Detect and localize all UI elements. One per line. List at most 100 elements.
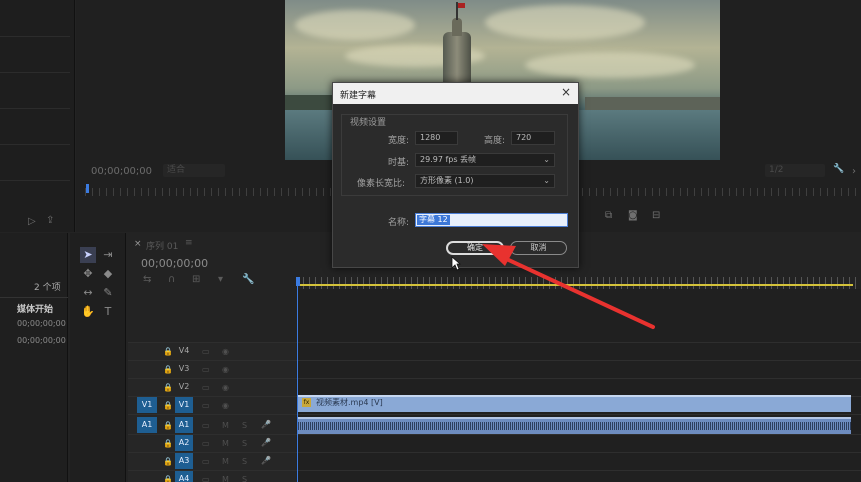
linked-selection-icon[interactable]: ⊞ [192, 274, 200, 285]
lift-icon[interactable]: ⧉ [605, 210, 612, 221]
wrench-icon[interactable]: 🔧 [242, 274, 254, 285]
mute-button[interactable]: M [222, 421, 229, 430]
track-label-v1[interactable]: V1 [175, 397, 193, 413]
solo-button[interactable]: S [242, 457, 247, 466]
height-field[interactable]: 720 [511, 131, 555, 145]
track-divider [128, 360, 861, 361]
timebase-value: 29.97 fps 丢帧 [420, 155, 477, 164]
chevron-down-icon: ⌄ [543, 155, 550, 164]
sync-icon[interactable]: ▭ [202, 475, 210, 482]
film-icon[interactable]: ▭ [202, 347, 210, 356]
width-label: 宽度: [388, 136, 410, 146]
cancel-button[interactable]: 取消 [510, 241, 567, 255]
mute-button[interactable]: M [222, 475, 229, 482]
program-fit-dropdown[interactable]: 1/2 [765, 164, 825, 177]
lock-icon[interactable]: 🔒 [163, 439, 173, 448]
razor-icon[interactable]: ◆ [100, 266, 116, 282]
close-icon[interactable]: × [561, 85, 571, 99]
timeline-ruler[interactable] [297, 277, 861, 289]
source-playhead[interactable] [86, 184, 89, 193]
nest-icon[interactable]: ⇆ [143, 274, 151, 285]
sync-icon[interactable]: ▭ [202, 421, 210, 430]
pixel-aspect-label: 像素长宽比: [357, 179, 406, 189]
source-patch-a1[interactable]: A1 [137, 417, 157, 433]
film-icon[interactable]: ▭ [202, 383, 210, 392]
film-icon[interactable]: ▭ [202, 401, 210, 410]
timebase-label: 时基: [388, 158, 410, 168]
solo-button[interactable]: S [242, 475, 247, 482]
pixel-aspect-select[interactable]: 方形像素 (1.0) ⌄ [415, 174, 555, 188]
slip-icon[interactable]: ↔ [80, 285, 96, 301]
camera-icon[interactable]: ◙ [628, 210, 638, 221]
video-clip-label: 视频素材.mp4 [V] [316, 398, 383, 407]
track-label-a2[interactable]: A2 [175, 435, 193, 451]
track-select-icon[interactable]: ⇥ [100, 247, 116, 263]
timeline-playhead[interactable] [296, 277, 300, 286]
sync-icon[interactable]: ▭ [202, 439, 210, 448]
divider [0, 297, 68, 298]
compare-icon[interactable]: ⊟ [652, 210, 660, 221]
track-label-a3[interactable]: A3 [175, 453, 193, 469]
close-icon[interactable]: × [134, 239, 142, 249]
eye-icon[interactable]: ◉ [222, 365, 229, 374]
lock-icon[interactable]: 🔒 [163, 421, 173, 430]
premiere-workspace: ▷ ⇪ 00;00;00;00 适合 1/2 🔧 › ⧉ ◙ ⊟ 2 个项 媒体… [0, 0, 861, 482]
mic-icon[interactable]: 🎤 [261, 420, 271, 429]
sequence-tab[interactable]: 序列 01 [146, 239, 178, 252]
sync-icon[interactable]: ▭ [202, 457, 210, 466]
work-area-bar[interactable] [297, 284, 853, 286]
track-divider [128, 434, 861, 435]
track-label-v3[interactable]: V3 [175, 361, 193, 377]
panel-menu-icon[interactable]: ≡ [185, 238, 193, 248]
track-area[interactable] [297, 289, 861, 482]
name-label: 名称: [388, 218, 410, 228]
lock-icon[interactable]: 🔒 [163, 457, 173, 466]
source-fit-dropdown[interactable]: 适合 [163, 164, 225, 177]
lock-icon[interactable]: 🔒 [163, 383, 173, 392]
source-timecode[interactable]: 00;00;00;00 [91, 166, 152, 177]
ok-button[interactable]: 确定 [446, 241, 504, 255]
flag [458, 3, 465, 8]
selection-tool-icon[interactable]: ➤ [80, 247, 96, 263]
pen-icon[interactable]: ✎ [100, 285, 116, 301]
solo-button[interactable]: S [242, 421, 247, 430]
hand-icon[interactable]: ✋ [80, 304, 96, 320]
mic-icon[interactable]: 🎤 [261, 456, 271, 465]
ripple-edit-icon[interactable]: ✥ [80, 266, 96, 282]
mute-button[interactable]: M [222, 439, 229, 448]
column-media-start[interactable]: 媒体开始 [17, 302, 53, 315]
wrench-icon[interactable]: 🔧 [833, 164, 844, 174]
play-icon[interactable]: ▷ [28, 216, 36, 227]
timebase-select[interactable]: 29.97 fps 丢帧 ⌄ [415, 153, 555, 167]
project-row-media-start[interactable]: 00;00;00;00 [17, 336, 66, 345]
eye-icon[interactable]: ◉ [222, 347, 229, 356]
mic-icon[interactable]: 🎤 [261, 438, 271, 447]
project-row-media-start[interactable]: 00;00;00;00 [17, 319, 66, 328]
width-field[interactable]: 1280 [415, 131, 458, 145]
sequence-timecode[interactable]: 00;00;00;00 [141, 257, 208, 270]
eye-icon[interactable]: ◉ [222, 401, 229, 410]
film-icon[interactable]: ▭ [202, 365, 210, 374]
fx-badge: fx [302, 398, 311, 407]
chevron-right-icon[interactable]: › [852, 166, 856, 177]
track-label-v4[interactable]: V4 [175, 343, 193, 359]
eye-icon[interactable]: ◉ [222, 383, 229, 392]
new-title-dialog: 新建字幕 × 视频设置 宽度: 1280 高度: 720 时基: 29.97 f… [332, 82, 579, 268]
lock-icon[interactable]: 🔒 [163, 365, 173, 374]
name-field[interactable]: 字幕 12 [415, 213, 568, 227]
lock-icon[interactable]: 🔒 [163, 347, 173, 356]
height-label: 高度: [484, 136, 506, 146]
solo-button[interactable]: S [242, 439, 247, 448]
track-label-v2[interactable]: V2 [175, 379, 193, 395]
marker-icon[interactable]: ▾ [218, 274, 223, 285]
snap-icon[interactable]: ∩ [168, 274, 175, 285]
export-icon[interactable]: ⇪ [46, 215, 54, 226]
mute-button[interactable]: M [222, 457, 229, 466]
lock-icon[interactable]: 🔒 [163, 475, 173, 482]
lock-icon[interactable]: 🔒 [163, 401, 173, 410]
type-icon[interactable]: T [100, 304, 116, 320]
chevron-down-icon: ⌄ [543, 176, 550, 185]
track-label-a4[interactable]: A4 [175, 471, 193, 482]
track-label-a1[interactable]: A1 [175, 417, 193, 433]
source-patch-v1[interactable]: V1 [137, 397, 157, 413]
